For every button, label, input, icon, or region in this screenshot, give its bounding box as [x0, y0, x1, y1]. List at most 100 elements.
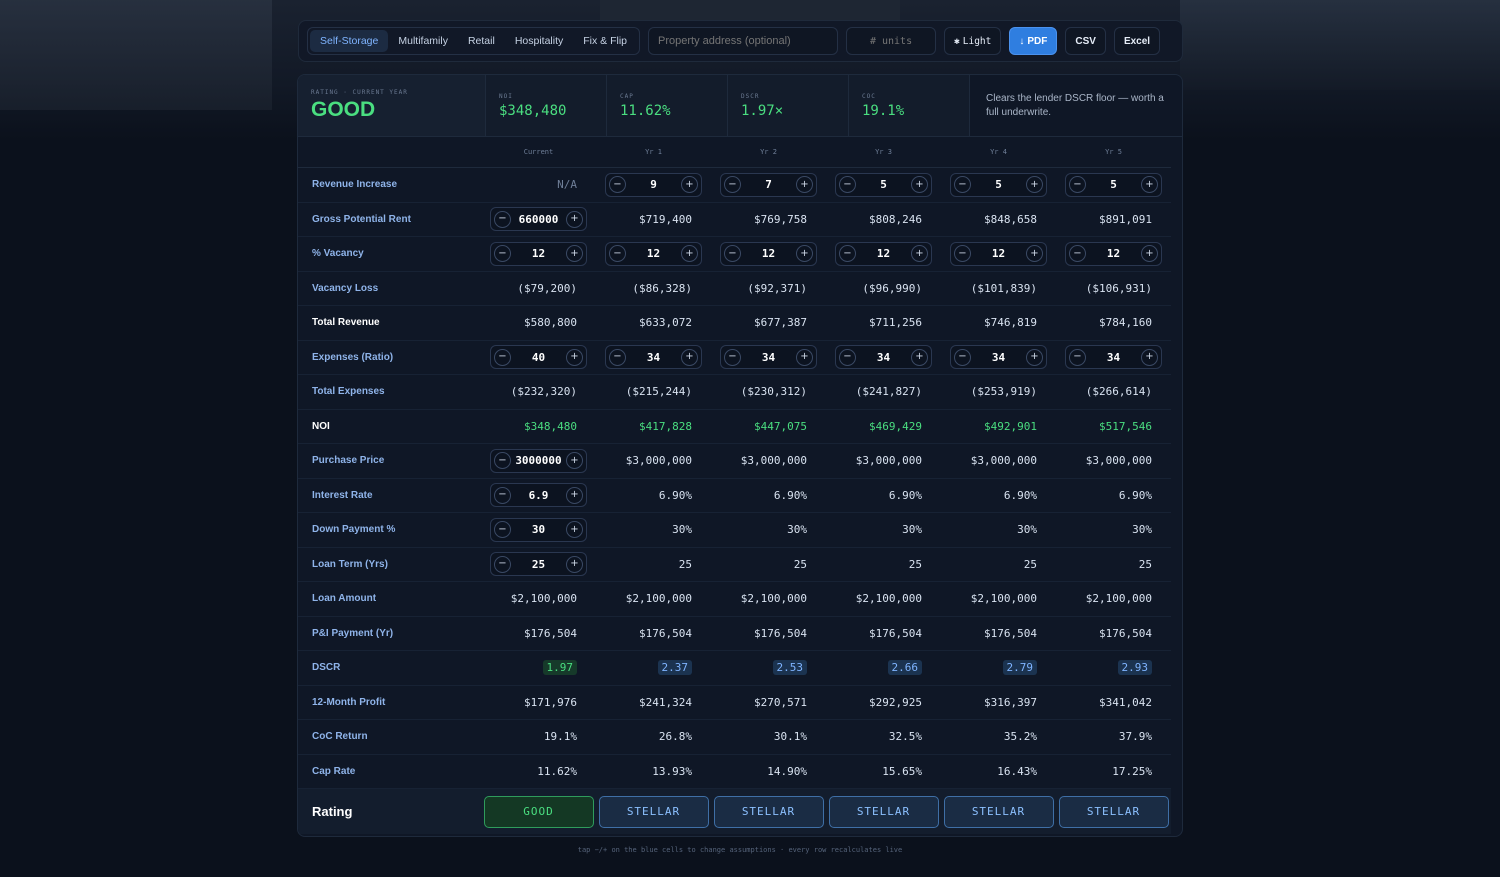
- increment-button[interactable]: +: [566, 210, 583, 228]
- units-input[interactable]: [846, 27, 937, 55]
- decrement-button[interactable]: −: [839, 176, 856, 194]
- stepper-value[interactable]: 3000000: [515, 454, 561, 467]
- decrement-button[interactable]: −: [494, 245, 511, 263]
- cell-gross-potential-rent: $719,400: [596, 203, 711, 237]
- property-address-input[interactable]: [648, 27, 839, 55]
- cell-loan-amount: $2,100,000: [941, 582, 1056, 617]
- decrement-button[interactable]: −: [494, 210, 511, 228]
- increment-button[interactable]: +: [1026, 176, 1043, 194]
- increment-button[interactable]: +: [566, 245, 583, 263]
- stepper-value[interactable]: 30: [532, 523, 545, 536]
- increment-button[interactable]: +: [911, 176, 928, 194]
- stepper-value[interactable]: 12: [877, 247, 890, 260]
- increment-button[interactable]: +: [565, 452, 583, 470]
- increment-button[interactable]: +: [566, 486, 583, 504]
- stepper-vacancy: − 12 +: [950, 241, 1047, 266]
- rating-badge-button[interactable]: STELLAR: [713, 795, 824, 828]
- tab-hospitality[interactable]: Hospitality: [505, 30, 573, 52]
- increment-button[interactable]: +: [1026, 245, 1043, 263]
- stepper-value[interactable]: 25: [532, 558, 545, 571]
- rating-badge-button[interactable]: STELLAR: [943, 795, 1054, 828]
- rating-badge-button[interactable]: STELLAR: [1058, 795, 1169, 828]
- stepper-value[interactable]: 12: [647, 247, 660, 260]
- decrement-button[interactable]: −: [609, 245, 626, 263]
- tab-retail[interactable]: Retail: [458, 30, 505, 52]
- decrement-button[interactable]: −: [494, 555, 511, 573]
- decrement-button[interactable]: −: [609, 176, 626, 194]
- cell-p-i-payment-yr: $176,504: [481, 617, 596, 651]
- stepper-value[interactable]: 9: [650, 178, 657, 191]
- decrement-button[interactable]: −: [954, 348, 971, 366]
- decrement-button[interactable]: −: [1069, 245, 1086, 263]
- stepper-value[interactable]: 12: [532, 247, 545, 260]
- tab-self-storage[interactable]: Self-Storage: [310, 30, 389, 52]
- stepper-value[interactable]: 6.9: [529, 489, 549, 502]
- increment-button[interactable]: +: [681, 348, 698, 366]
- tab-multifamily[interactable]: Multifamily: [388, 30, 458, 52]
- cell-down-payment: 30%: [596, 513, 711, 548]
- stepper-revenue-increase: − 5 +: [1065, 172, 1162, 197]
- decrement-button[interactable]: −: [839, 245, 856, 263]
- decrement-button[interactable]: −: [724, 245, 741, 263]
- rating-cell: STELLAR: [1056, 789, 1171, 834]
- decrement-button[interactable]: −: [954, 245, 971, 263]
- stepper-value[interactable]: 5: [880, 178, 887, 191]
- stepper-value[interactable]: 7: [765, 178, 772, 191]
- decrement-button[interactable]: −: [494, 486, 511, 504]
- toolbar: Self-Storage Multifamily Retail Hospitality…: [298, 20, 1183, 62]
- rating-badge-button[interactable]: GOOD: [483, 795, 594, 828]
- increment-button[interactable]: +: [1141, 176, 1158, 194]
- increment-button[interactable]: +: [796, 245, 813, 263]
- theme-toggle-button[interactable]: ✱ Light: [944, 27, 1002, 55]
- cell-interest-rate: 6.90%: [826, 479, 941, 513]
- export-csv-button[interactable]: CSV: [1065, 27, 1106, 55]
- stepper-value[interactable]: 34: [1107, 351, 1120, 364]
- increment-button[interactable]: +: [796, 348, 813, 366]
- decrement-button[interactable]: −: [494, 452, 511, 470]
- increment-button[interactable]: +: [681, 245, 698, 263]
- export-excel-button[interactable]: Excel: [1113, 27, 1161, 55]
- rating-badge-button[interactable]: STELLAR: [828, 795, 939, 828]
- cell-revenue-increase: N/A: [481, 168, 596, 203]
- cell-expenses-ratio: − 34 +: [711, 341, 826, 375]
- increment-button[interactable]: +: [1141, 245, 1158, 263]
- increment-button[interactable]: +: [681, 176, 698, 194]
- increment-button[interactable]: +: [1026, 348, 1043, 366]
- decrement-button[interactable]: −: [724, 348, 741, 366]
- tab-fix-flip[interactable]: Fix & Flip: [573, 30, 637, 52]
- increment-button[interactable]: +: [911, 348, 928, 366]
- stepper-value[interactable]: 12: [762, 247, 775, 260]
- decrement-button[interactable]: −: [609, 348, 626, 366]
- stepper-revenue-increase: − 7 +: [720, 172, 817, 197]
- decrement-button[interactable]: −: [1069, 176, 1086, 194]
- increment-button[interactable]: +: [566, 555, 583, 573]
- stepper-value[interactable]: 5: [995, 178, 1002, 191]
- stepper-value[interactable]: 40: [532, 351, 545, 364]
- decrement-button[interactable]: −: [494, 521, 511, 539]
- increment-button[interactable]: +: [1141, 348, 1158, 366]
- stepper-value[interactable]: 34: [877, 351, 890, 364]
- increment-button[interactable]: +: [911, 245, 928, 263]
- stepper-value[interactable]: 5: [1110, 178, 1117, 191]
- decrement-button[interactable]: −: [954, 176, 971, 194]
- column-header: Yr 3: [826, 137, 941, 168]
- increment-button[interactable]: +: [796, 176, 813, 194]
- stepper-value[interactable]: 660000: [519, 213, 559, 226]
- cell-vacancy-loss: ($96,990): [826, 272, 941, 306]
- stepper-value[interactable]: 12: [992, 247, 1005, 260]
- stepper-value[interactable]: 34: [762, 351, 775, 364]
- decrement-button[interactable]: −: [1069, 348, 1086, 366]
- increment-button[interactable]: +: [566, 348, 583, 366]
- cell-vacancy: − 12 +: [711, 237, 826, 272]
- decrement-button[interactable]: −: [494, 348, 511, 366]
- decrement-button[interactable]: −: [724, 176, 741, 194]
- cell-revenue-increase: − 9 +: [596, 168, 711, 203]
- export-pdf-button[interactable]: ↓ PDF: [1009, 27, 1058, 55]
- stepper-value[interactable]: 12: [1107, 247, 1120, 260]
- rating-badge-button[interactable]: STELLAR: [598, 795, 709, 828]
- cell-interest-rate: 6.90%: [941, 479, 1056, 513]
- decrement-button[interactable]: −: [839, 348, 856, 366]
- stepper-value[interactable]: 34: [992, 351, 1005, 364]
- stepper-value[interactable]: 34: [647, 351, 660, 364]
- increment-button[interactable]: +: [566, 521, 583, 539]
